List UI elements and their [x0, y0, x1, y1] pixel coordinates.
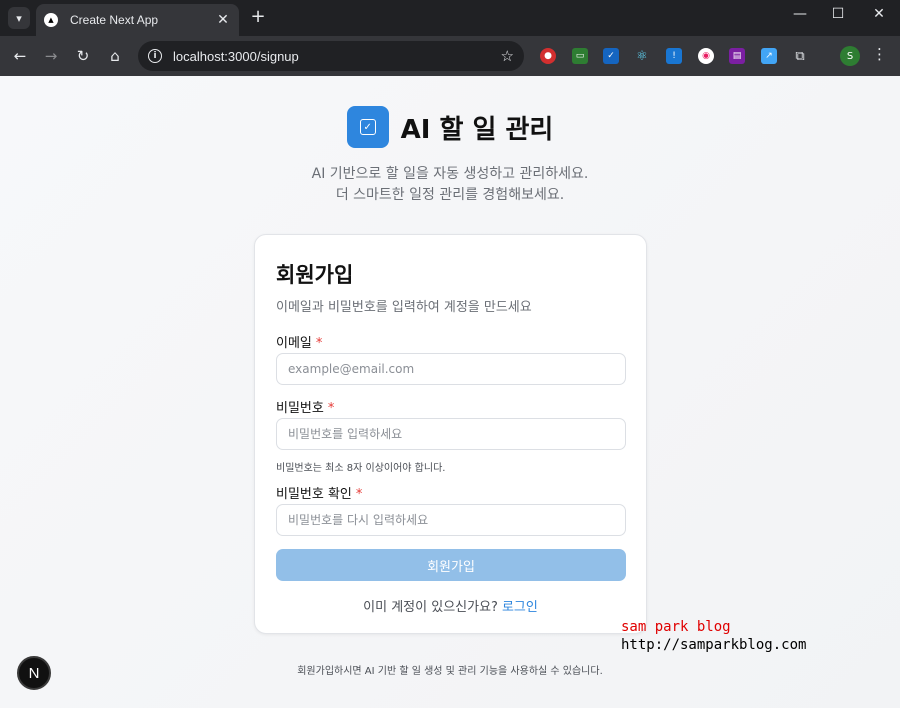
extensions-puzzle-icon[interactable]: ⧉ [792, 48, 808, 64]
window-close-icon[interactable]: ✕ [864, 6, 894, 22]
footer-text: 회원가입하시면 AI 기반 할 일 생성 및 관리 기능을 사용하실 수 있습니… [297, 666, 603, 677]
subtitle-line-1: AI 기반으로 할 일을 자동 생성하고 관리하세요. [311, 166, 589, 182]
subtitle-line-2: 더 스마트한 일정 관리를 경험해보세요. [335, 187, 565, 203]
extension-shield-icon[interactable]: ! [666, 48, 682, 64]
email-field[interactable] [276, 353, 626, 385]
nextjs-devtools-button[interactable]: N [17, 656, 51, 690]
login-link[interactable]: 로그인 [502, 600, 538, 615]
bookmark-star-icon[interactable]: ☆ [501, 47, 514, 65]
signup-description: 이메일과 비밀번호를 입력하여 계정을 만드세요 [276, 300, 532, 315]
brand-subtitle: AI 기반으로 할 일을 자동 생성하고 관리하세요. 더 스마트한 일정 관리… [0, 164, 900, 206]
email-label-text: 이메일 [276, 336, 312, 351]
address-bar[interactable]: i localhost:3000/signup ☆ [138, 41, 524, 71]
extension-green-icon[interactable]: ▭ [572, 48, 588, 64]
new-tab-button[interactable]: + [248, 6, 268, 27]
signup-card: 회원가입 이메일과 비밀번호를 입력하여 계정을 만드세요 이메일* 비밀번호*… [254, 234, 647, 634]
profile-avatar[interactable]: S [840, 46, 860, 66]
browser-toolbar: ← → ↻ ⌂ i localhost:3000/signup ☆ ● ▭ ✓ … [0, 36, 900, 76]
login-prompt: 이미 계정이 있으신가요? 로그인 [255, 596, 646, 615]
password-label: 비밀번호 * [276, 397, 334, 416]
extension-colorful-icon[interactable]: ◉ [698, 48, 714, 64]
extension-purple-icon[interactable]: ▤ [729, 48, 745, 64]
confirm-password-label: 비밀번호 확인 * [276, 483, 362, 502]
nextjs-favicon-icon: ▲ [44, 13, 58, 27]
signup-submit-button[interactable]: 회원가입 [276, 549, 626, 581]
close-tab-icon[interactable]: ✕ [215, 12, 231, 28]
password-label-text: 비밀번호 [276, 401, 324, 416]
browser-menu-icon[interactable]: ⋮ [872, 45, 887, 63]
logo: ✓ [346, 106, 389, 148]
login-prompt-text: 이미 계정이 있으신가요? [363, 600, 498, 615]
signup-title: 회원가입 [276, 263, 354, 287]
site-info-icon[interactable]: i [148, 49, 162, 63]
react-devtools-icon[interactable]: ⚛ [634, 48, 650, 64]
extension-red-icon[interactable]: ● [540, 48, 556, 64]
checkbox-icon: ✓ [359, 119, 376, 135]
active-tab[interactable]: ▲ Create Next App ✕ [36, 4, 239, 36]
url-text[interactable]: localhost:3000/signup [173, 49, 501, 64]
tab-search-button[interactable]: ▾ [8, 7, 30, 29]
page-content: ✓ AI 할 일 관리 AI 기반으로 할 일을 자동 생성하고 관리하세요. … [0, 76, 900, 708]
minimize-icon[interactable]: — [785, 6, 815, 22]
back-icon[interactable]: ← [9, 45, 31, 67]
password-field[interactable] [276, 418, 626, 450]
watermark: sam park blog http://samparkblog.com [621, 618, 806, 654]
brand-title: AI 할 일 관리 [400, 114, 554, 145]
confirm-label-text: 비밀번호 확인 [276, 487, 352, 502]
tab-bar: ▾ ▲ Create Next App ✕ + — ☐ ✕ [0, 0, 900, 36]
extension-check-icon[interactable]: ✓ [603, 48, 619, 64]
reload-icon[interactable]: ↻ [72, 45, 94, 67]
required-mark: * [355, 487, 363, 502]
email-label: 이메일 * [276, 332, 322, 351]
confirm-password-field[interactable] [276, 504, 626, 536]
brand-header: ✓ AI 할 일 관리 [0, 106, 900, 148]
tab-title: Create Next App [70, 13, 159, 27]
chevron-down-icon: ▾ [16, 11, 22, 25]
forward-icon[interactable]: → [40, 45, 62, 67]
watermark-line-2: http://samparkblog.com [621, 637, 807, 653]
required-mark: * [327, 401, 335, 416]
watermark-line-1: sam park blog [621, 619, 731, 635]
home-icon[interactable]: ⌂ [104, 45, 126, 67]
maximize-icon[interactable]: ☐ [823, 6, 853, 22]
extension-arrow-icon[interactable]: ↗ [761, 48, 777, 64]
password-hint: 비밀번호는 최소 8자 이상이어야 합니다. [276, 463, 446, 474]
required-mark: * [315, 336, 323, 351]
